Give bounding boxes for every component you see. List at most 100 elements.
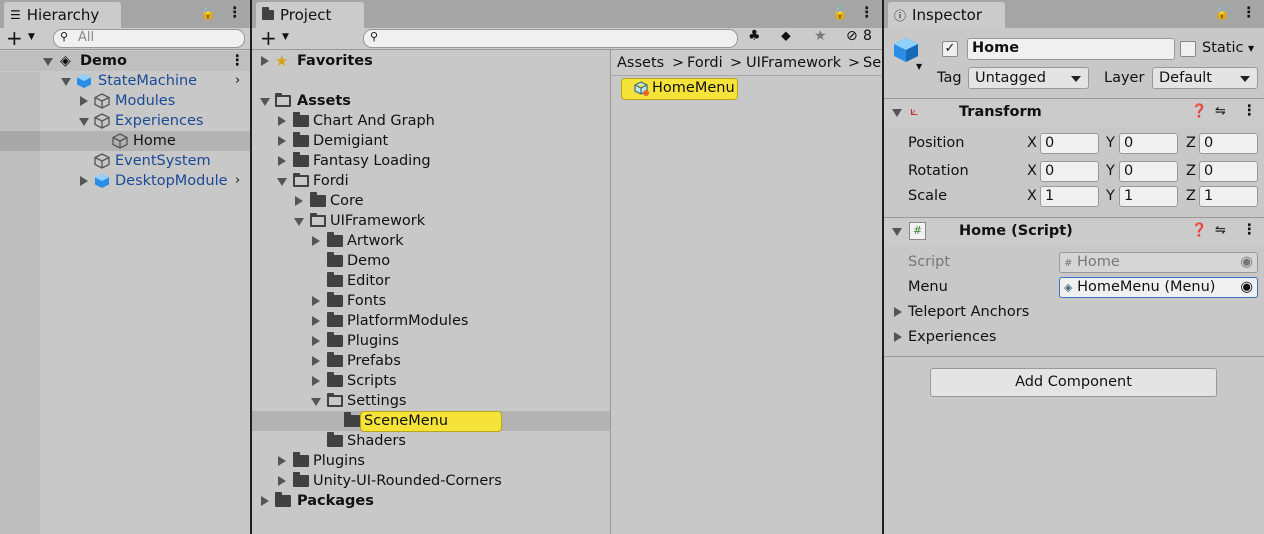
more-icon[interactable]: ⋮ (1242, 103, 1257, 119)
asset-item-homemenu[interactable]: HomeMenu (621, 78, 738, 100)
tree-item[interactable]: Fordi (252, 171, 610, 191)
x-axis-label[interactable]: X (1027, 163, 1037, 179)
expand-arrow-icon[interactable] (260, 98, 270, 106)
tree-item-assets[interactable]: Assets (252, 91, 610, 111)
chevron-down-icon[interactable]: ▼ (916, 62, 922, 71)
expand-arrow-icon[interactable] (278, 476, 286, 486)
tree-item[interactable]: Prefabs (252, 351, 610, 371)
z-axis-label[interactable]: Z (1186, 188, 1196, 204)
project-search-input[interactable]: ⚲ (363, 29, 738, 48)
position-x-input[interactable]: 0 (1040, 133, 1099, 154)
expand-arrow-icon[interactable] (278, 456, 286, 466)
add-icon[interactable]: + (6, 26, 23, 50)
more-icon[interactable]: ⋮ (1242, 222, 1257, 238)
x-axis-label[interactable]: X (1027, 135, 1037, 151)
hierarchy-item-eventsystem[interactable]: EventSystem (0, 151, 250, 171)
add-icon[interactable]: + (260, 26, 277, 50)
expand-arrow-icon[interactable] (312, 356, 320, 366)
more-icon[interactable]: ⋮ (860, 5, 875, 21)
expand-arrow-icon[interactable] (295, 196, 303, 206)
expand-arrow-icon[interactable] (312, 296, 320, 306)
tree-item-favorites[interactable]: ★ Favorites (252, 51, 610, 71)
scale-x-input[interactable]: 1 (1040, 186, 1099, 207)
position-y-input[interactable]: 0 (1119, 133, 1178, 154)
tree-item[interactable]: Fonts (252, 291, 610, 311)
tree-item[interactable]: Unity-UI-Rounded-Corners (252, 471, 610, 491)
rotation-x-input[interactable]: 0 (1040, 161, 1099, 182)
presets-icon[interactable]: ⇋ (1215, 104, 1226, 119)
rotation-z-input[interactable]: 0 (1199, 161, 1258, 182)
experiences-foldout[interactable]: Experiences (894, 327, 996, 347)
breadcrumb-item[interactable]: Se (863, 55, 881, 71)
more-icon[interactable]: ⋮ (228, 5, 243, 21)
star-icon[interactable]: ★ (814, 28, 827, 44)
scene-row[interactable]: ◈ Demo ⋮ (0, 51, 250, 71)
expand-arrow-icon[interactable] (294, 218, 304, 226)
presets-icon[interactable]: ⇋ (1215, 223, 1226, 238)
label-tag-icon[interactable]: ⬥ (781, 28, 791, 44)
expand-arrow-icon[interactable] (278, 136, 286, 146)
layer-dropdown[interactable]: Default (1152, 67, 1258, 89)
expand-arrow-icon[interactable] (894, 332, 902, 342)
expand-arrow-icon[interactable] (61, 78, 71, 86)
z-axis-label[interactable]: Z (1186, 163, 1196, 179)
tree-item[interactable]: Settings (252, 391, 610, 411)
object-picker-icon[interactable]: ◉ (1240, 278, 1253, 297)
tree-item[interactable]: Plugins (252, 451, 610, 471)
expand-arrow-icon[interactable] (312, 336, 320, 346)
tree-item[interactable]: Artwork (252, 231, 610, 251)
breadcrumb-item[interactable]: UIFramework (746, 55, 841, 71)
active-checkbox[interactable]: ✓ (942, 41, 958, 57)
chevron-down-icon[interactable]: ▼ (28, 32, 35, 42)
object-name-input[interactable]: Home (967, 38, 1175, 60)
chevron-right-icon[interactable]: › (235, 171, 240, 191)
x-axis-label[interactable]: X (1027, 188, 1037, 204)
chevron-down-icon[interactable]: ▼ (282, 32, 289, 42)
expand-arrow-icon[interactable] (894, 307, 902, 317)
teleport-anchors-foldout[interactable]: Teleport Anchors (894, 302, 1029, 322)
lock-icon[interactable]: 🔓 (1215, 6, 1230, 20)
tab-inspector[interactable]: ⓘ Inspector (888, 2, 1005, 28)
breadcrumb-item[interactable]: Fordi (687, 55, 723, 71)
rotation-y-input[interactable]: 0 (1119, 161, 1178, 182)
tree-item[interactable]: Shaders (252, 431, 610, 451)
static-checkbox[interactable] (1180, 41, 1196, 57)
expand-arrow-icon[interactable] (79, 118, 89, 126)
hierarchy-item-statemachine[interactable]: StateMachine › (0, 71, 250, 91)
tree-item[interactable]: Scripts (252, 371, 610, 391)
tree-item[interactable]: SceneMenu (252, 411, 610, 432)
tree-item-packages[interactable]: Packages (252, 491, 610, 511)
tree-item[interactable]: PlatformModules (252, 311, 610, 331)
scale-z-input[interactable]: 1 (1199, 186, 1258, 207)
tree-item[interactable]: Chart And Graph (252, 111, 610, 131)
expand-arrow-icon[interactable] (312, 376, 320, 386)
tab-project[interactable]: Project (256, 2, 364, 28)
expand-arrow-icon[interactable] (277, 178, 287, 186)
hierarchy-item-experiences[interactable]: Experiences (0, 111, 250, 131)
scale-y-input[interactable]: 1 (1119, 186, 1178, 207)
expand-arrow-icon[interactable] (892, 109, 902, 117)
expand-arrow-icon[interactable] (80, 96, 88, 106)
tree-item[interactable]: Plugins (252, 331, 610, 351)
expand-arrow-icon[interactable] (278, 156, 286, 166)
tree-item[interactable]: Editor (252, 271, 610, 291)
tree-item[interactable]: Demigiant (252, 131, 610, 151)
tree-item[interactable]: Core (252, 191, 610, 211)
expand-arrow-icon[interactable] (312, 316, 320, 326)
tab-hierarchy[interactable]: ☰ Hierarchy (4, 2, 121, 28)
hierarchy-item-desktopmodule[interactable]: DesktopModule › (0, 171, 250, 191)
expand-arrow-icon[interactable] (311, 398, 321, 406)
tag-dropdown[interactable]: Untagged (968, 67, 1089, 89)
expand-arrow-icon[interactable] (312, 236, 320, 246)
add-component-button[interactable]: Add Component (930, 368, 1217, 397)
expand-arrow-icon[interactable] (892, 228, 902, 236)
chevron-down-icon[interactable]: ▼ (1248, 44, 1254, 53)
menu-field[interactable]: ◈ HomeMenu (Menu) ◉ (1059, 277, 1258, 298)
script-header[interactable]: # Home (Script) ❓ ⇋ ⋮ (884, 218, 1264, 246)
hierarchy-search-input[interactable]: ⚲ All (53, 29, 245, 48)
more-icon[interactable]: ⋮ (1242, 5, 1257, 21)
z-axis-label[interactable]: Z (1186, 135, 1196, 151)
expand-arrow-icon[interactable] (261, 56, 269, 66)
y-axis-label[interactable]: Y (1106, 163, 1115, 179)
more-icon[interactable]: ⋮ (230, 51, 245, 71)
